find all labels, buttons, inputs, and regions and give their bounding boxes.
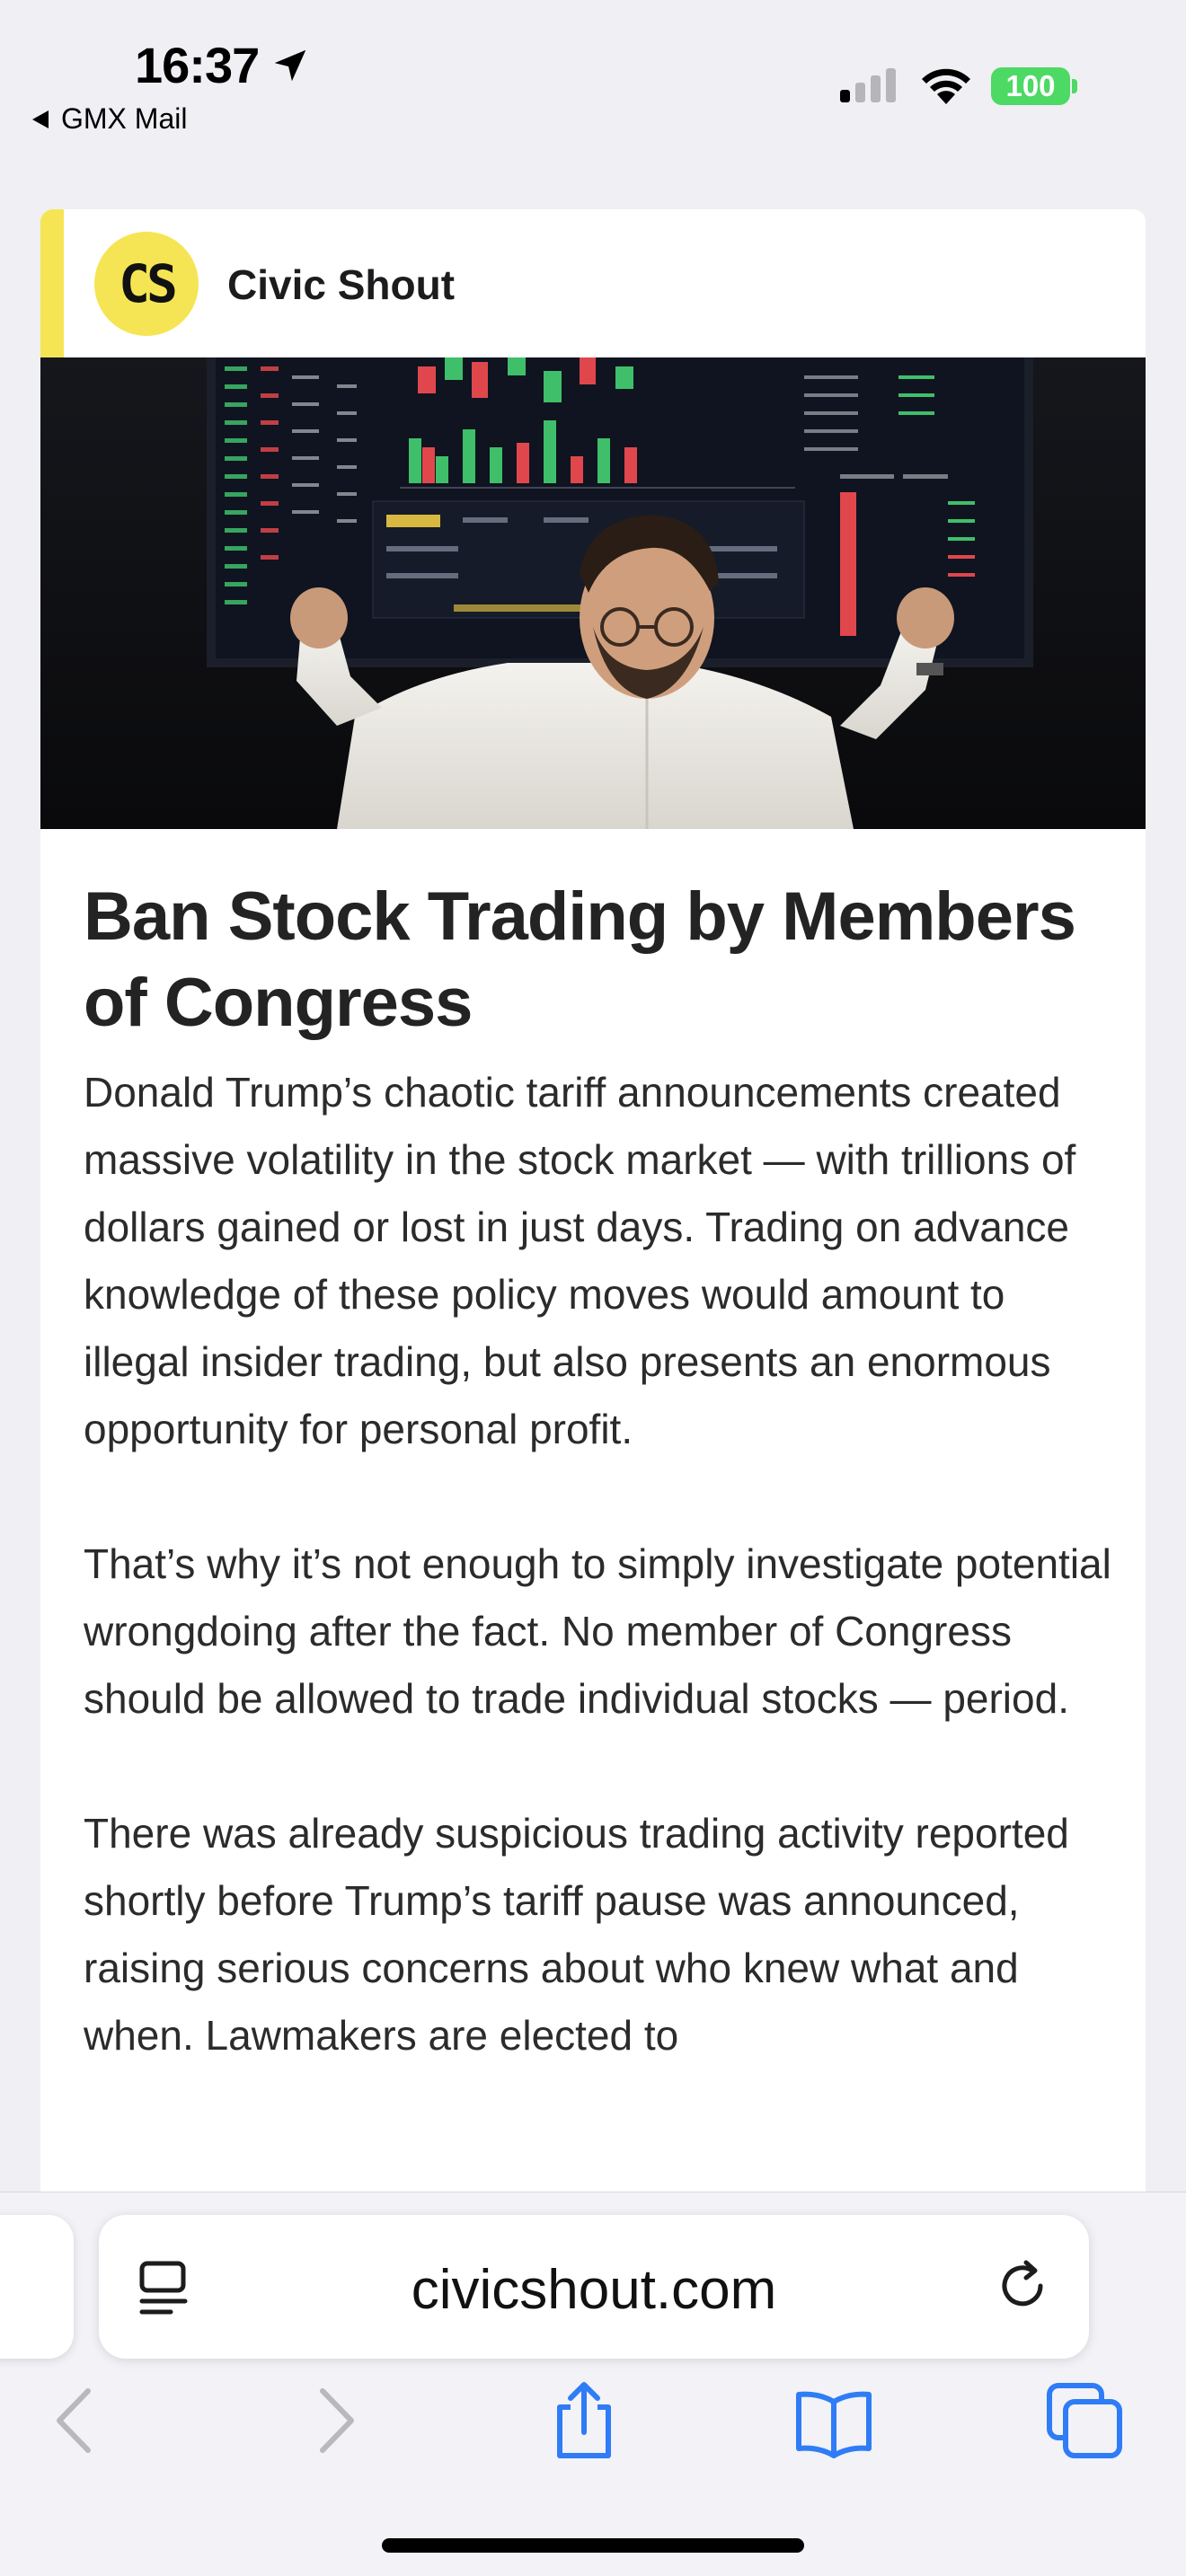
battery-level: 100: [1005, 69, 1056, 102]
chevron-left-icon[interactable]: [36, 2380, 117, 2461]
share-icon[interactable]: [544, 2380, 624, 2461]
email-content-card: CS Civic Shout Ban Stock Trading by Memb…: [40, 209, 1146, 2365]
article-headline: Ban Stock Trading by Members of Congress: [84, 878, 1076, 1041]
status-bar: 16:37 GMX Mail 100: [0, 0, 1186, 153]
stock-trader-photo-icon: [40, 357, 1146, 829]
brand-accent-stripe: [40, 209, 64, 357]
reload-icon[interactable]: [996, 2258, 1051, 2314]
status-time: 16:37: [135, 37, 260, 93]
brand-name[interactable]: Civic Shout: [227, 260, 455, 309]
wifi-icon: [922, 68, 970, 104]
brand-logo-text: CS: [119, 253, 178, 314]
battery-cap: [1072, 79, 1077, 93]
article-body: Ban Stock Trading by Members of Congress…: [84, 874, 1117, 2069]
previous-tab-preview[interactable]: [0, 2215, 74, 2359]
book-icon[interactable]: [793, 2380, 874, 2461]
url-text[interactable]: civicshout.com: [99, 2258, 1089, 2322]
battery-indicator: 100: [991, 67, 1070, 105]
back-app-label: GMX Mail: [61, 102, 188, 135]
address-bar[interactable]: civicshout.com: [99, 2215, 1089, 2359]
cellular-signal-icon: [840, 68, 896, 102]
hero-image[interactable]: [40, 357, 1146, 829]
home-indicator[interactable]: [382, 2538, 804, 2553]
article-paragraph: That’s why it’s not enough to simply inv…: [84, 1540, 1111, 1722]
location-arrow-icon: [274, 49, 306, 82]
back-triangle-icon: [32, 110, 49, 128]
article-paragraph: Donald Trump’s chaotic tariff announceme…: [84, 1069, 1076, 1452]
brand-header: CS Civic Shout: [40, 209, 1146, 357]
article-paragraph: There was already suspicious trading act…: [84, 1810, 1069, 2059]
back-to-app-link[interactable]: GMX Mail: [32, 102, 187, 136]
brand-logo[interactable]: CS: [94, 232, 199, 336]
tabs-icon[interactable]: [1044, 2380, 1125, 2461]
chevron-right-icon[interactable]: [294, 2380, 375, 2461]
